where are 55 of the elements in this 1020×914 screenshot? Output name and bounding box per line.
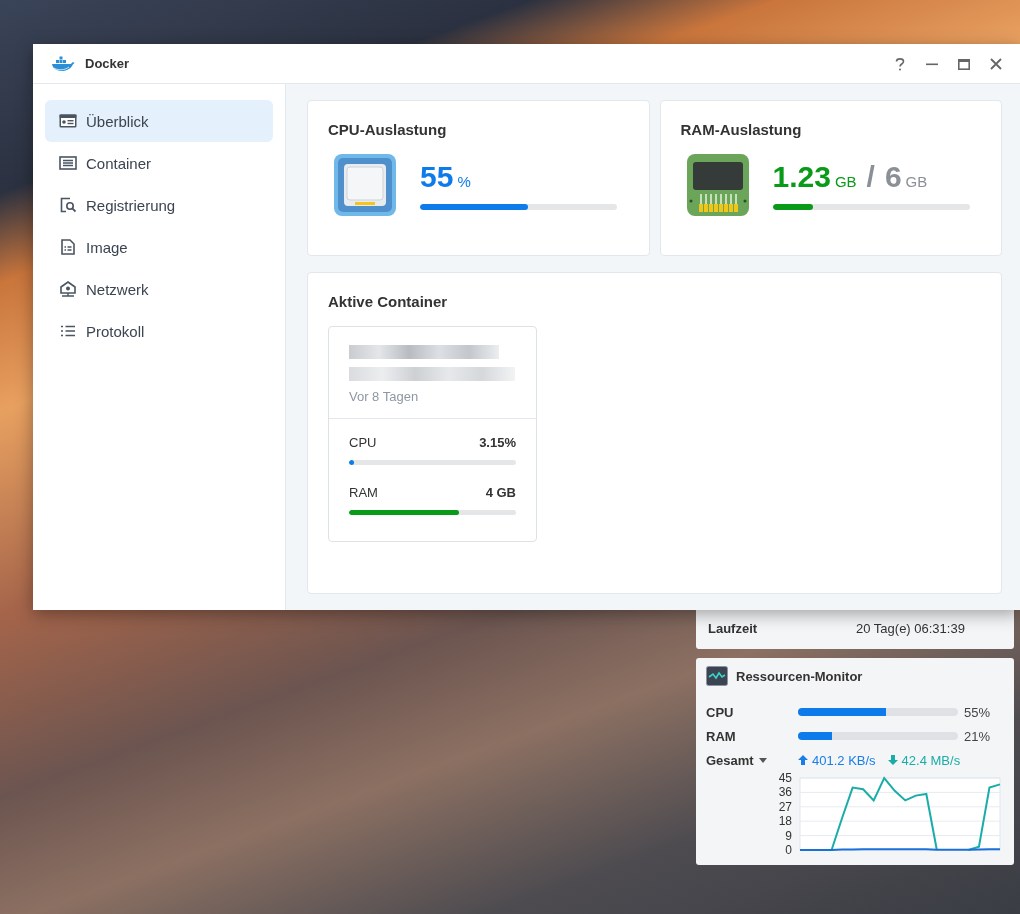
container-card[interactable]: Vor 8 Tagen CPU 3.15% RAM 4 GB [328, 326, 537, 542]
uptime-label: Laufzeit [708, 621, 759, 636]
y-tick-label: 27 [778, 799, 792, 814]
y-tick-label: 9 [785, 828, 792, 843]
whale-icon [51, 54, 75, 73]
y-tick-label: 36 [778, 785, 792, 800]
sidebar-item[interactable]: Container [45, 142, 273, 184]
y-tick-label: 0 [785, 843, 792, 856]
scope-dropdown[interactable]: Gesamt [706, 752, 794, 768]
network-house-icon [59, 281, 77, 297]
cpu-percent-value: 55 [420, 160, 454, 194]
sidebar-item[interactable]: Registrierung [45, 184, 273, 226]
meter-reading: 21% [964, 728, 991, 744]
caret-icon [758, 757, 767, 763]
widget-title: Ressourcen-Monitor [736, 668, 863, 684]
y-tick-label: 18 [778, 814, 792, 829]
document-icon [59, 239, 77, 255]
up-arrow-icon [798, 755, 808, 765]
upload-rate: 401.2 KB/s [812, 752, 876, 768]
ram-total-unit: GB [905, 173, 928, 190]
memory-chip-icon [686, 154, 749, 216]
ram-total-value: 6 [884, 160, 902, 194]
sidebar-item[interactable]: Überblick [45, 100, 273, 142]
meter-reading: 55% [964, 704, 991, 720]
separator-slash: / [866, 160, 875, 194]
sidebar-item[interactable]: Protokoll [45, 310, 273, 352]
percent-unit: % [457, 173, 471, 190]
bullet-list-icon [59, 323, 77, 339]
processor-chip-icon [334, 154, 396, 216]
download-rate: 42.4 MB/s [901, 752, 961, 768]
meter-label: CPU [706, 704, 735, 720]
window-title: Docker [85, 56, 130, 71]
metric-label: RAM [349, 485, 378, 500]
metric-value: 3.15% [479, 435, 516, 450]
close-icon[interactable] [990, 57, 1002, 70]
overview-card-icon [59, 113, 77, 129]
meter-label: RAM [706, 728, 737, 744]
uptime-value: 20 Tag(e) 06:31:39 [856, 621, 965, 636]
maximize-icon[interactable] [958, 57, 970, 70]
sidebar-item[interactable]: Image [45, 226, 273, 268]
help-icon[interactable] [894, 56, 906, 71]
monitor-icon [706, 666, 728, 686]
down-arrow-icon [887, 755, 898, 765]
container-age: Vor 8 Tagen [349, 389, 420, 404]
card-title: RAM-Auslastung [680, 121, 803, 138]
y-tick-label: 45 [778, 772, 792, 785]
list-icon [59, 155, 77, 171]
metric-value: 4 GB [485, 485, 516, 500]
section-title: Aktive Container [328, 293, 449, 310]
ram-used-unit: GB [834, 173, 857, 190]
search-document-icon [59, 197, 77, 213]
metric-label: CPU [349, 435, 377, 450]
card-title: CPU-Auslastung [328, 121, 448, 138]
ram-used-value: 1.23 [772, 160, 831, 194]
sidebar-item[interactable]: Netzwerk [45, 268, 273, 310]
